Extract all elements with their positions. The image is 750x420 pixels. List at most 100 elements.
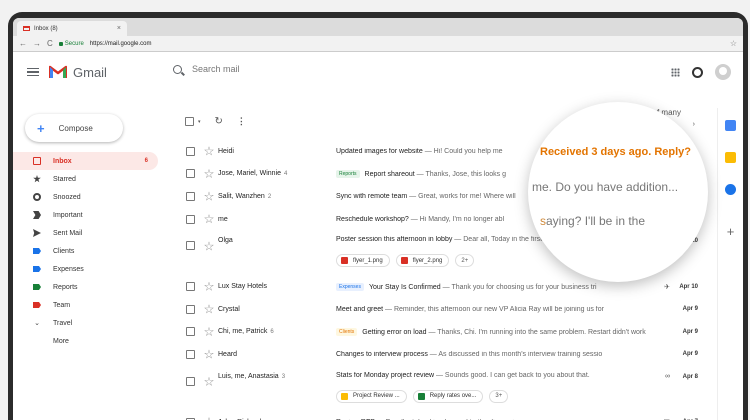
table-row[interactable]: Chi, me, Patrick 6 Clients Getting error on… bbox=[178, 321, 698, 344]
chevron-down-icon: ⌄ bbox=[34, 320, 40, 327]
refresh-icon[interactable]: ↻ bbox=[215, 116, 223, 127]
search-icon[interactable] bbox=[173, 64, 182, 74]
sender: Lux Stay Hotels bbox=[218, 283, 328, 290]
row-checkbox[interactable] bbox=[186, 169, 195, 179]
label-badge[interactable]: Reports bbox=[336, 169, 360, 178]
sidebar-item-snoozed[interactable]: Snoozed bbox=[13, 188, 158, 206]
file-icon bbox=[341, 257, 348, 265]
row-checkbox[interactable] bbox=[186, 146, 195, 156]
star-toggle-icon[interactable] bbox=[204, 191, 214, 201]
sidebar-item-important[interactable]: Important bbox=[13, 206, 158, 224]
search-bar[interactable]: Search mail bbox=[173, 64, 240, 74]
table-row[interactable]: Luis, me, Anastasia 3 Stats for Monday pro… bbox=[178, 366, 698, 411]
sidebar-item-label: Inbox bbox=[53, 157, 72, 165]
keep-icon[interactable] bbox=[725, 152, 736, 163]
thread-count: 3 bbox=[281, 373, 286, 380]
attachment-name: flyer_2.png bbox=[412, 257, 443, 264]
sidebar-item-label: Expenses bbox=[53, 265, 84, 273]
email-date: Apr 9 bbox=[682, 306, 698, 313]
star-toggle-icon[interactable] bbox=[204, 214, 214, 224]
sender-name: me bbox=[218, 215, 228, 223]
table-row[interactable]: Heard Changes to interview process — As d… bbox=[178, 343, 698, 366]
notifications-icon[interactable] bbox=[692, 66, 703, 78]
calendar-icon[interactable] bbox=[725, 120, 736, 131]
attachment-name: Reply rates ove... bbox=[429, 393, 477, 400]
attachment-chips: flyer_1.png flyer_2.png 2+ bbox=[336, 254, 475, 268]
table-row[interactable]: Crystal Meet and greet — Reminder, this a… bbox=[178, 298, 698, 321]
label-badge[interactable]: Clients bbox=[336, 327, 358, 336]
table-row[interactable]: John, Richard, me5Review RFP — Excellent… bbox=[178, 411, 698, 420]
main-menu-icon[interactable] bbox=[27, 66, 39, 79]
star-toggle-icon[interactable] bbox=[204, 304, 214, 314]
browser-tab[interactable]: Inbox (8) × bbox=[17, 21, 127, 36]
sidebar-item-inbox[interactable]: Inbox 6 bbox=[13, 152, 158, 170]
row-checkbox[interactable] bbox=[186, 241, 195, 251]
sidebar-item-clients[interactable]: Clients bbox=[13, 242, 158, 260]
sidebar-item-team[interactable]: Team bbox=[13, 296, 158, 314]
row-checkbox[interactable] bbox=[186, 376, 195, 386]
add-addon-icon[interactable]: + bbox=[725, 225, 736, 238]
email-preview[interactable]: Meet and greet — Reminder, this afternoo… bbox=[336, 306, 656, 313]
row-checkbox[interactable] bbox=[186, 282, 195, 292]
bookmark-star-icon[interactable]: ☆ bbox=[730, 39, 737, 48]
star-toggle-icon[interactable] bbox=[204, 241, 214, 251]
tasks-icon[interactable] bbox=[725, 184, 736, 195]
star-toggle-icon[interactable] bbox=[204, 349, 214, 359]
attachment-chip[interactable]: Project Review ... bbox=[336, 389, 407, 403]
email-snippet: — Reminder, this afternoon our new VP Al… bbox=[383, 305, 604, 313]
sidebar-item-travel[interactable]: ⌄ Travel bbox=[13, 314, 158, 332]
star-toggle-icon[interactable] bbox=[204, 326, 214, 336]
row-checkbox[interactable] bbox=[186, 327, 195, 337]
sidebar-item-starred[interactable]: Starred bbox=[13, 170, 158, 188]
next-page-icon[interactable]: › bbox=[693, 121, 695, 128]
sender-name: Chi, me, Patrick bbox=[218, 328, 268, 336]
label-badge[interactable]: Expenses bbox=[336, 282, 364, 291]
secure-indicator[interactable]: Secure bbox=[58, 41, 84, 47]
tab-close-icon[interactable]: × bbox=[117, 25, 121, 32]
apps-grid-icon[interactable] bbox=[671, 67, 680, 77]
attachment-chip[interactable]: flyer_2.png bbox=[395, 254, 450, 268]
select-dropdown-icon[interactable]: ▾ bbox=[198, 119, 201, 125]
nudge-text[interactable]: Received 3 days ago. Reply? bbox=[540, 146, 691, 158]
email-subject: Meet and greet bbox=[336, 305, 384, 313]
label-icon bbox=[33, 284, 41, 290]
email-preview[interactable]: Expenses Your Stay Is Confirmed — Thank y… bbox=[336, 282, 656, 291]
sidebar-item-reports[interactable]: Reports bbox=[13, 278, 158, 296]
sidebar-item-more[interactable]: More bbox=[13, 332, 158, 350]
select-all-checkbox[interactable] bbox=[185, 117, 194, 126]
email-preview[interactable]: Changes to interview process — As discus… bbox=[336, 351, 656, 358]
magnified-snippet-2: saying? I'll be in the bbox=[540, 214, 645, 228]
avatar[interactable] bbox=[715, 64, 731, 80]
important-icon bbox=[33, 211, 41, 219]
gmail-logo-icon[interactable] bbox=[48, 65, 68, 79]
sidebar-item-expenses[interactable]: Expenses bbox=[13, 260, 158, 278]
gmail-brand[interactable]: Gmail bbox=[73, 65, 107, 80]
attachment-chip[interactable]: flyer_1.png bbox=[336, 254, 390, 268]
star-toggle-icon[interactable] bbox=[204, 376, 214, 386]
star-toggle-icon[interactable] bbox=[204, 168, 214, 178]
row-checkbox[interactable] bbox=[186, 214, 195, 224]
email-subject: Your Stay Is Confirmed bbox=[368, 283, 441, 291]
reload-icon[interactable]: C bbox=[47, 39, 53, 48]
more-options-icon[interactable]: ⋮ bbox=[237, 116, 246, 127]
forward-icon[interactable]: → bbox=[33, 39, 41, 48]
sidebar-item-sent[interactable]: Sent Mail bbox=[13, 224, 158, 242]
compose-button[interactable]: + Compose bbox=[25, 114, 123, 142]
more-attachments-chip[interactable]: 3+ bbox=[489, 389, 509, 403]
device-frame: Inbox (8) × ← → C Secure https://mail.go… bbox=[8, 12, 748, 420]
star-toggle-icon[interactable] bbox=[204, 281, 214, 291]
row-checkbox[interactable] bbox=[186, 304, 195, 314]
email-preview[interactable]: Clients Getting error on load — Thanks, C… bbox=[336, 327, 656, 336]
row-checkbox[interactable] bbox=[186, 349, 195, 359]
back-icon[interactable]: ← bbox=[19, 39, 27, 48]
email-preview[interactable]: Stats for Monday project review — Sounds… bbox=[336, 372, 656, 379]
file-icon bbox=[417, 392, 425, 400]
sender-name: Crystal bbox=[218, 305, 240, 313]
search-input[interactable]: Search mail bbox=[192, 64, 240, 74]
more-attachments-chip[interactable]: 2+ bbox=[455, 254, 475, 268]
attachment-chip[interactable]: Reply rates ove... bbox=[412, 389, 484, 403]
row-checkbox[interactable] bbox=[186, 191, 195, 201]
url-field[interactable]: https://mail.google.com bbox=[90, 41, 152, 47]
star-toggle-icon[interactable] bbox=[204, 146, 214, 156]
sender: Heard bbox=[218, 351, 328, 358]
